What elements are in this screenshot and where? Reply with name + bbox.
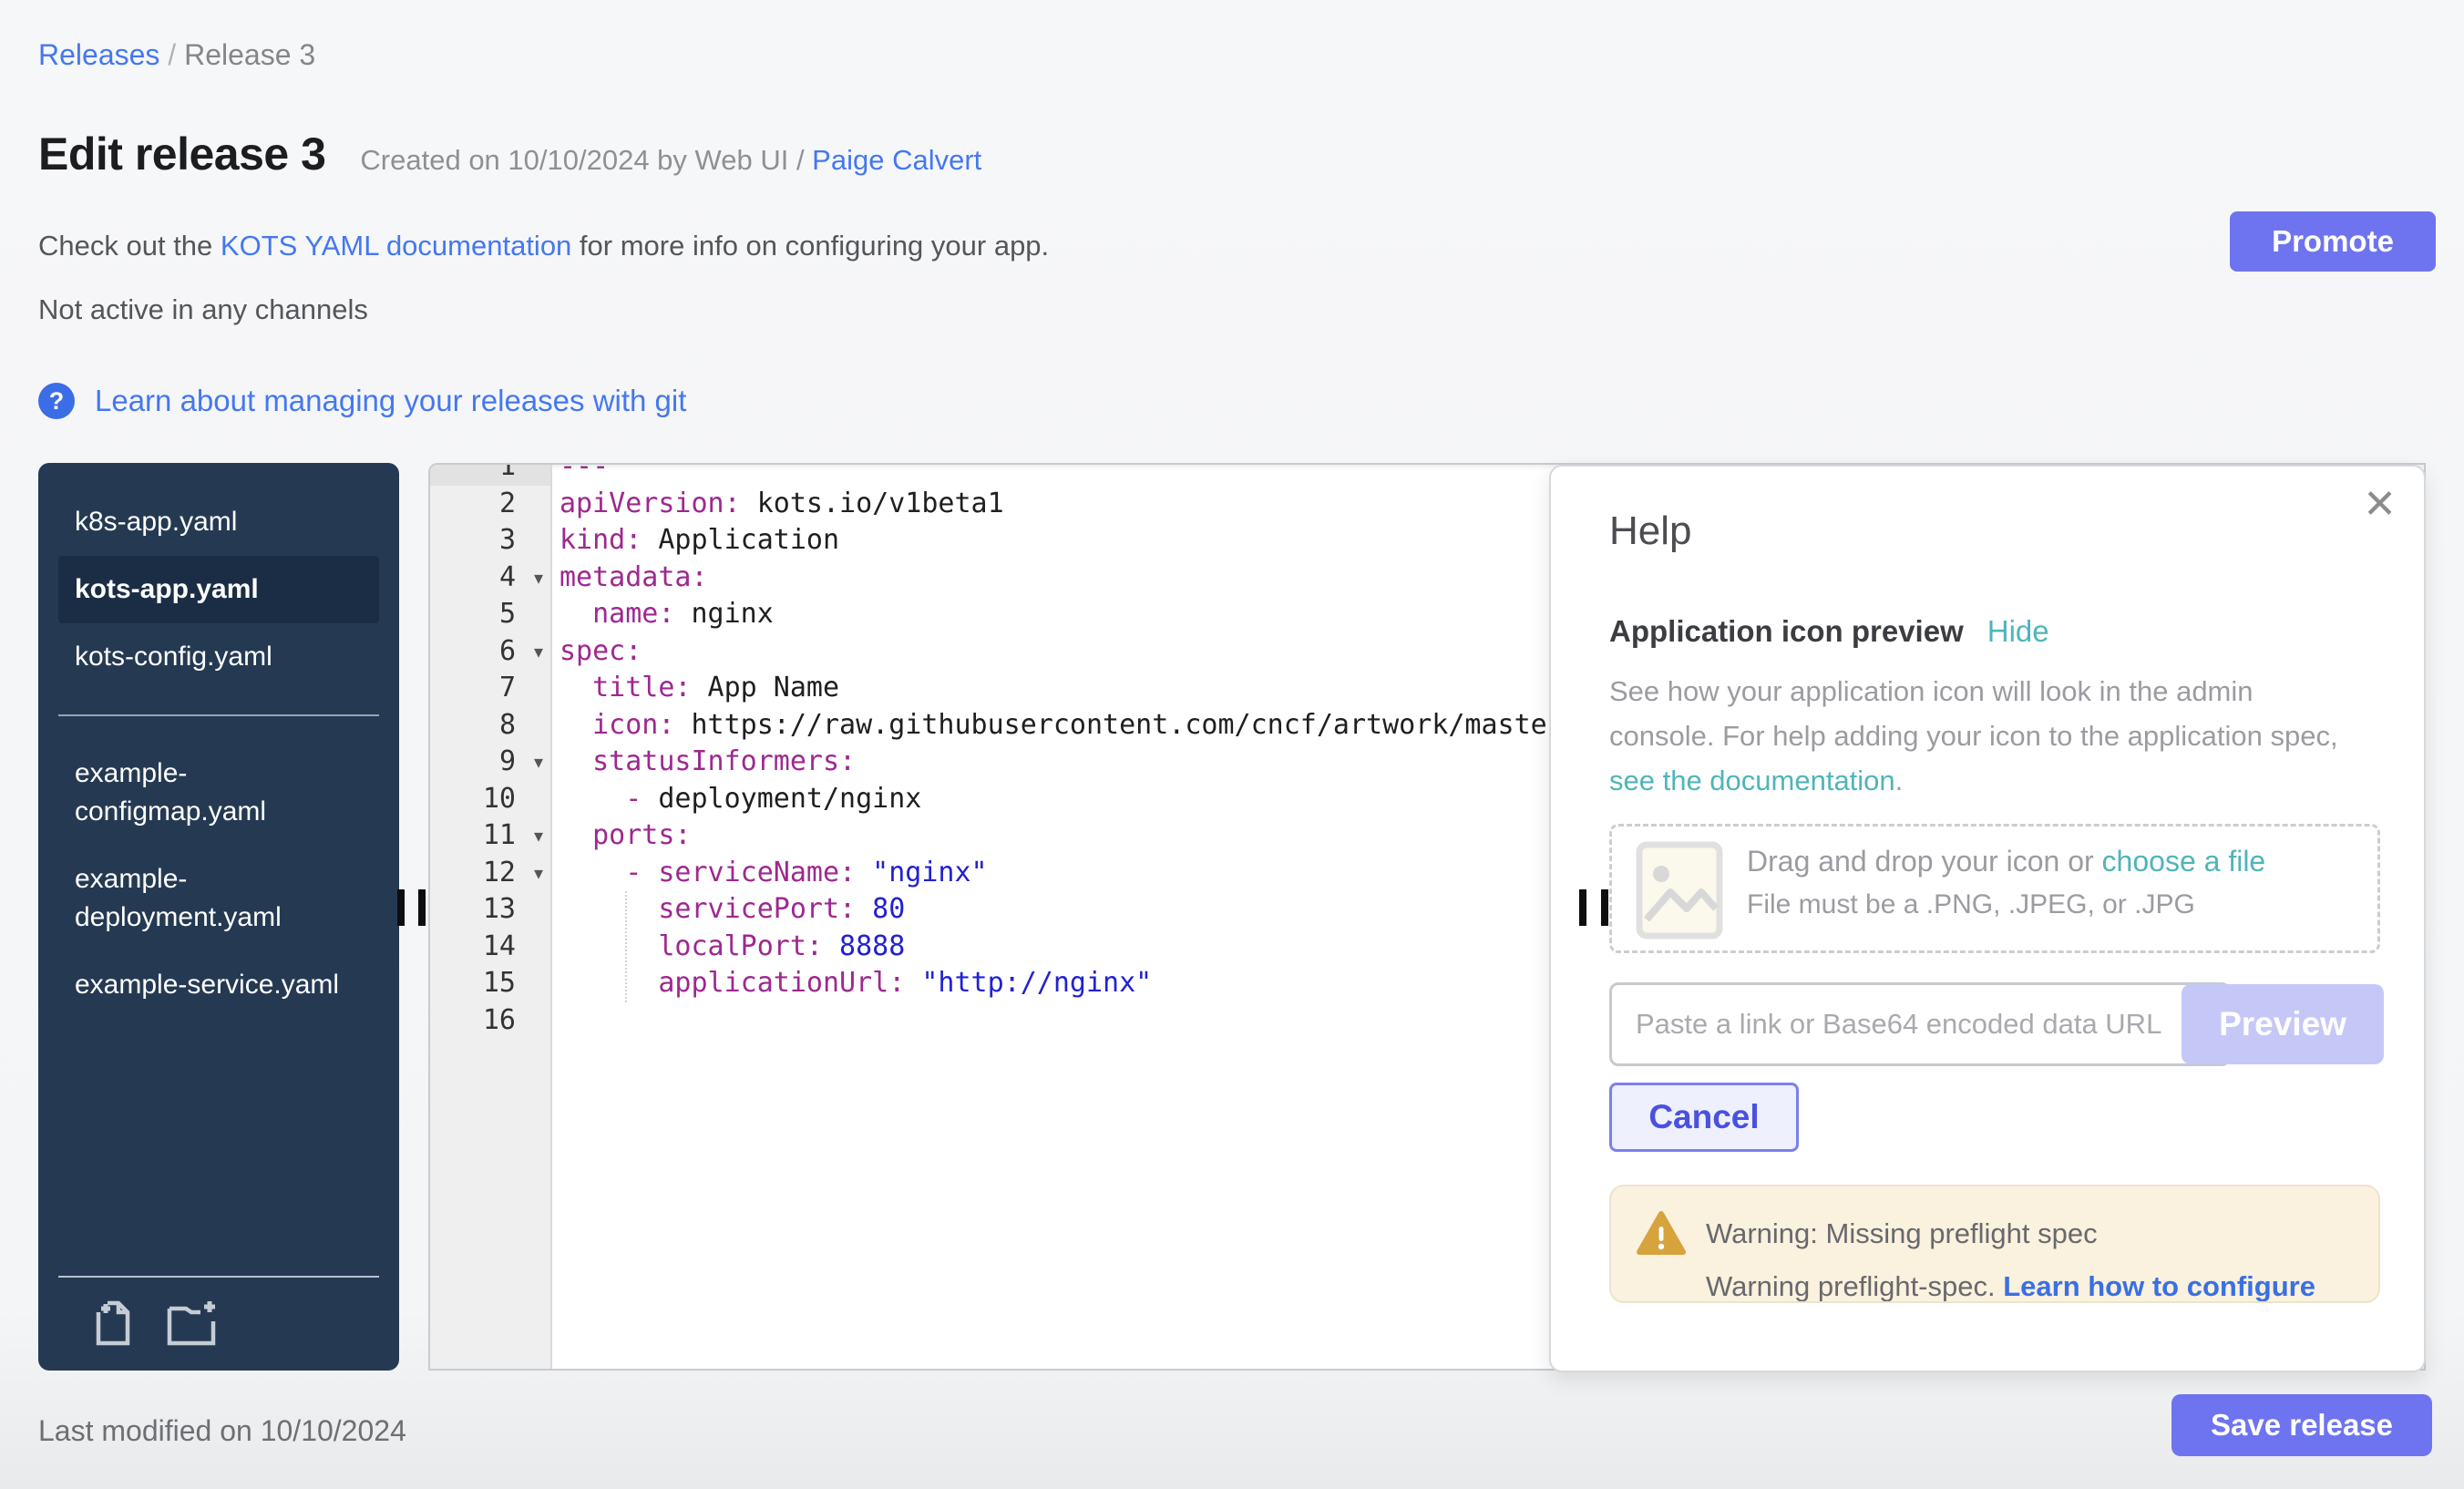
warning-title: Warning: Missing preflight spec — [1706, 1217, 2098, 1250]
line-number: 14 — [430, 929, 550, 966]
icon-preview-heading: Application icon preview — [1609, 614, 1964, 649]
icon-preview-section-header: Application icon preview Hide — [1609, 614, 2049, 649]
gutter-lines: 1234▾56▾789▾1011▾12▾13141516 — [430, 463, 550, 1039]
desc-suffix: . — [1895, 765, 1904, 796]
new-folder-icon[interactable] — [166, 1299, 219, 1347]
line-number: 6▾ — [430, 633, 550, 671]
channel-status: Not active in any channels — [38, 293, 368, 326]
title-row: Edit release 3 Created on 10/10/2024 by … — [38, 128, 981, 180]
line-number: 15 — [430, 965, 550, 1002]
promote-button[interactable]: Promote — [2230, 211, 2436, 272]
line-number: 2 — [430, 486, 550, 523]
icon-dropzone[interactable]: Drag and drop your icon or choose a file… — [1609, 824, 2380, 953]
sidebar-resize-handle-bar[interactable] — [397, 889, 405, 926]
line-number: 16 — [430, 1002, 550, 1040]
hide-link[interactable]: Hide — [1987, 614, 2049, 649]
line-number: 4▾ — [430, 560, 550, 597]
sidebar-bottom-divider — [58, 1276, 379, 1278]
line-number: 3 — [430, 522, 550, 560]
desc-line-3: see the documentation. — [1609, 758, 2338, 803]
git-help-link[interactable]: Learn about managing your releases with … — [95, 384, 686, 418]
question-icon: ? — [38, 383, 75, 419]
file-item-kots-config.yaml[interactable]: kots-config.yaml — [58, 623, 379, 691]
new-file-icon[interactable] — [91, 1299, 135, 1347]
created-info: Created on 10/10/2024 by Web UI / Paige … — [360, 144, 981, 177]
file-sidebar: k8s-app.yamlkots-app.yamlkots-config.yam… — [38, 463, 399, 1371]
git-help-row: ? Learn about managing your releases wit… — [38, 383, 686, 419]
breadcrumb-releases-link[interactable]: Releases — [38, 38, 159, 71]
line-number: 5 — [430, 596, 550, 633]
breadcrumb: Releases / Release 3 — [38, 38, 315, 72]
help-resize-handle-bar[interactable] — [1601, 889, 1608, 926]
sidebar-actions — [91, 1299, 219, 1347]
edit-release-page: { "colors": { "accent_blue_link": "#4478… — [0, 0, 2464, 1489]
close-icon[interactable]: ✕ — [2363, 485, 2397, 525]
line-number: 11▾ — [430, 817, 550, 855]
kots-yaml-docs-link[interactable]: KOTS YAML documentation — [221, 230, 571, 262]
dropzone-file-types: File must be a .PNG, .JPEG, or .JPG — [1747, 889, 2265, 920]
file-list: k8s-app.yamlkots-app.yamlkots-config.yam… — [38, 488, 399, 1019]
file-item-example-service.yaml[interactable]: example-service.yaml — [58, 951, 379, 1019]
warning-detail: Warning preflight-spec. Learn how to con… — [1706, 1270, 2315, 1303]
page-title: Edit release 3 — [38, 128, 325, 180]
dropzone-text: Drag and drop your icon or choose a file… — [1747, 845, 2265, 920]
line-number: 1 — [430, 463, 550, 486]
sidebar-resize-handle-bar[interactable] — [418, 889, 426, 926]
learn-how-to-configure-link[interactable]: Learn how to configure — [2003, 1270, 2315, 1302]
desc-line-2: console. For help adding your icon to th… — [1609, 714, 2338, 758]
preview-button[interactable]: Preview — [2182, 984, 2384, 1064]
fold-arrow-icon[interactable]: ▾ — [534, 817, 543, 855]
fold-arrow-icon[interactable]: ▾ — [534, 560, 543, 597]
intro-post: for more info on configuring your app. — [571, 230, 1049, 262]
line-number: 10 — [430, 781, 550, 818]
last-modified-text: Last modified on 10/10/2024 — [38, 1414, 406, 1448]
fold-arrow-icon[interactable]: ▾ — [534, 744, 543, 781]
intro-text: Check out the KOTS YAML documentation fo… — [38, 230, 1049, 262]
sidebar-divider — [58, 714, 379, 716]
editor-gutter: 1234▾56▾789▾1011▾12▾13141516 — [430, 465, 552, 1369]
icon-url-input[interactable] — [1609, 982, 2231, 1066]
file-item-example-configmap.yaml[interactable]: example-configmap.yaml — [58, 740, 379, 846]
line-number: 13 — [430, 891, 550, 929]
line-number: 9▾ — [430, 744, 550, 781]
help-panel-title: Help — [1609, 508, 1692, 554]
fold-arrow-icon[interactable]: ▾ — [534, 633, 543, 671]
see-documentation-link[interactable]: see the documentation — [1609, 765, 1895, 796]
file-item-k8s-app.yaml[interactable]: k8s-app.yaml — [58, 488, 379, 556]
dropzone-line1-text: Drag and drop your icon or — [1747, 845, 2102, 878]
image-placeholder-icon — [1636, 839, 1723, 946]
file-item-kots-app.yaml[interactable]: kots-app.yaml — [58, 556, 379, 623]
help-resize-handle-bar[interactable] — [1579, 889, 1586, 926]
warning-triangle-icon — [1637, 1210, 1686, 1260]
created-by-link[interactable]: Paige Calvert — [812, 144, 981, 176]
breadcrumb-separator: / — [159, 38, 184, 71]
preflight-warning-box: Warning: Missing preflight spec Warning … — [1609, 1185, 2380, 1303]
intro-pre: Check out the — [38, 230, 221, 262]
help-panel: ✕ Help Application icon preview Hide See… — [1549, 465, 2426, 1372]
line-number: 7 — [430, 670, 550, 707]
icon-preview-description: See how your application icon will look … — [1609, 669, 2338, 803]
fold-arrow-icon[interactable]: ▾ — [534, 855, 543, 892]
breadcrumb-current: Release 3 — [184, 38, 315, 71]
line-number: 12▾ — [430, 855, 550, 892]
cancel-button[interactable]: Cancel — [1609, 1083, 1799, 1152]
created-text: Created on 10/10/2024 by Web UI / — [360, 144, 812, 176]
choose-a-file-link[interactable]: choose a file — [2102, 845, 2266, 878]
file-item-example-deployment.yaml[interactable]: example-deployment.yaml — [58, 846, 379, 951]
desc-line-1: See how your application icon will look … — [1609, 669, 2338, 714]
line-number: 8 — [430, 707, 550, 744]
warning-detail-text: Warning preflight-spec. — [1706, 1270, 2003, 1302]
save-release-button[interactable]: Save release — [2171, 1394, 2432, 1456]
